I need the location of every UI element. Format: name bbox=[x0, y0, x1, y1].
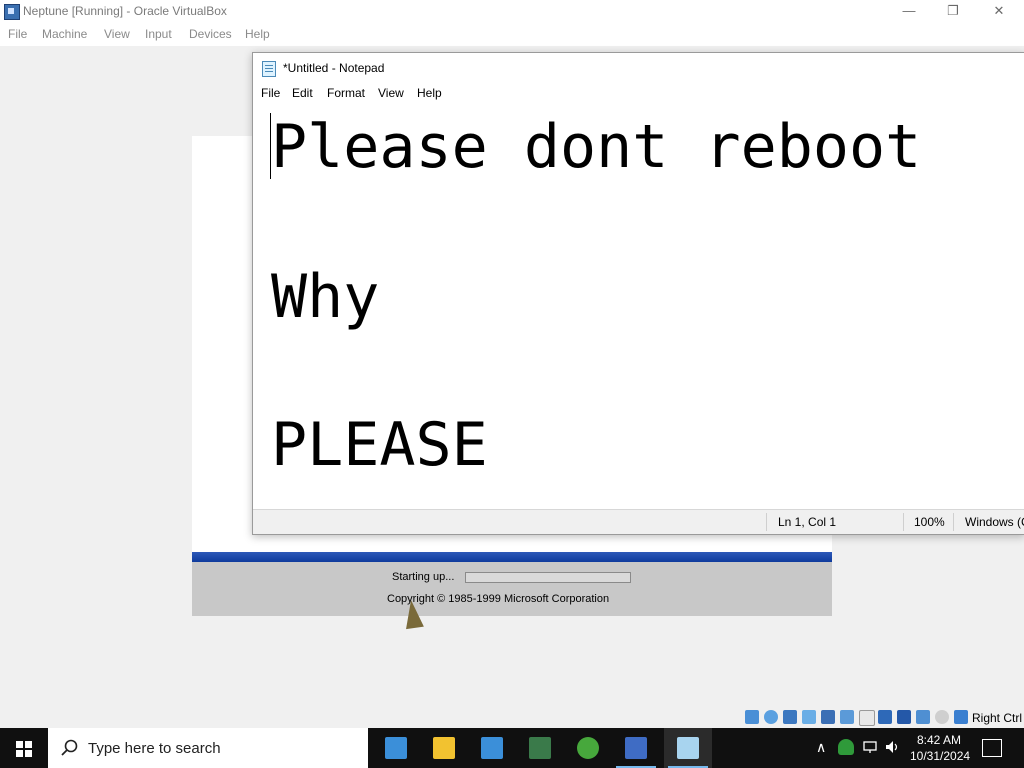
virtualbox-icon bbox=[385, 737, 407, 759]
notepad-title: *Untitled - Notepad bbox=[283, 61, 385, 75]
taskbar-app-virtualbox[interactable] bbox=[372, 728, 420, 768]
minimize-button[interactable]: — bbox=[886, 0, 932, 24]
virtualbox-icon bbox=[4, 4, 20, 20]
close-button[interactable]: ✕ bbox=[976, 0, 1022, 24]
notepad-menu-file[interactable]: File bbox=[261, 86, 280, 100]
menu-machine[interactable]: Machine bbox=[42, 27, 87, 41]
optical-drive-icon[interactable] bbox=[764, 710, 778, 724]
menu-input[interactable]: Input bbox=[145, 27, 172, 41]
vbox-statusbar: Right Ctrl bbox=[0, 706, 1024, 728]
keyboard-icon[interactable] bbox=[954, 710, 968, 724]
encoding: Windows (C bbox=[965, 515, 1024, 529]
boot-splash-footer bbox=[192, 562, 832, 616]
taskbar-search-box[interactable]: Type here to search bbox=[48, 728, 368, 768]
start-button[interactable] bbox=[0, 728, 48, 768]
win2000-icon bbox=[625, 737, 647, 759]
vbox-menubar: File Machine View Input Devices Help bbox=[0, 24, 1024, 46]
notepad-titlebar[interactable]: *Untitled - Notepad bbox=[253, 53, 1024, 83]
notepad-menu-help[interactable]: Help bbox=[417, 86, 442, 100]
cpu-icon[interactable] bbox=[916, 710, 930, 724]
file-explorer-icon bbox=[433, 737, 455, 759]
menu-devices[interactable]: Devices bbox=[189, 27, 232, 41]
clock-date: 10/31/2024 bbox=[910, 749, 971, 763]
floppy-icon[interactable] bbox=[783, 710, 797, 724]
network-icon[interactable] bbox=[821, 710, 835, 724]
usb-icon[interactable] bbox=[840, 710, 854, 724]
taskbar-app-win2000-vm[interactable] bbox=[612, 728, 660, 768]
notepad-icon bbox=[262, 61, 276, 77]
mouse-integration-icon[interactable] bbox=[935, 710, 949, 724]
taskbar-app-spreadsheet[interactable] bbox=[516, 728, 564, 768]
shared-folders-icon[interactable] bbox=[859, 710, 875, 726]
notepad-window[interactable]: *Untitled - Notepad File Edit Format Vie… bbox=[252, 52, 1024, 535]
search-icon bbox=[61, 739, 78, 756]
taskbar-app-notepad[interactable] bbox=[664, 728, 712, 768]
notepad-menu-edit[interactable]: Edit bbox=[292, 86, 313, 100]
menu-file[interactable]: File bbox=[8, 27, 27, 41]
cursor-position: Ln 1, Col 1 bbox=[778, 515, 837, 529]
recording-icon[interactable] bbox=[897, 710, 911, 724]
taskbar-app-virtualbox-2[interactable] bbox=[468, 728, 516, 768]
status-separator bbox=[766, 513, 767, 531]
notepad-icon bbox=[677, 737, 699, 759]
virtualbox-icon bbox=[481, 737, 503, 759]
search-placeholder: Type here to search bbox=[88, 740, 221, 757]
notepad-menu-format[interactable]: Format bbox=[327, 86, 365, 100]
vbox-titlebar: Neptune [Running] - Oracle VirtualBox — … bbox=[0, 0, 1024, 24]
user-status-icon[interactable] bbox=[838, 739, 854, 755]
status-separator bbox=[903, 513, 904, 531]
notepad-text-area[interactable]: Please dont reboot Why PLEASE bbox=[253, 103, 1024, 509]
notification-center-icon[interactable] bbox=[982, 739, 1002, 757]
windows-logo-icon bbox=[16, 741, 32, 757]
spreadsheet-icon bbox=[529, 737, 551, 759]
notepad-statusbar: Ln 1, Col 1 100% Windows (C bbox=[253, 509, 1024, 534]
mouse-cursor-icon bbox=[402, 598, 424, 630]
audio-icon[interactable] bbox=[802, 710, 816, 724]
taskbar-app-file-explorer[interactable] bbox=[420, 728, 468, 768]
display-icon[interactable] bbox=[878, 710, 892, 724]
menu-help[interactable]: Help bbox=[245, 27, 270, 41]
volume-icon[interactable] bbox=[884, 739, 900, 755]
status-separator bbox=[953, 513, 954, 531]
hard-disk-icon[interactable] bbox=[745, 710, 759, 724]
text-line-2: Why bbox=[271, 262, 380, 332]
zoom-level: 100% bbox=[914, 515, 945, 529]
startup-status-text: Starting up... bbox=[392, 571, 455, 583]
chevron-up-icon[interactable]: ∧ bbox=[816, 739, 826, 756]
text-line-1: Please dont reboot bbox=[271, 112, 922, 182]
text-line-3: PLEASE bbox=[271, 410, 488, 480]
host-key-label: Right Ctrl bbox=[972, 711, 1023, 725]
taskbar: Type here to search ∧ 8:42 AM 10/31/2024 bbox=[0, 728, 1024, 768]
taskbar-app-users[interactable] bbox=[564, 728, 612, 768]
users-icon bbox=[577, 737, 599, 759]
menu-view[interactable]: View bbox=[104, 27, 130, 41]
startup-progress-bar bbox=[465, 572, 631, 583]
restore-button[interactable]: ❐ bbox=[930, 0, 976, 24]
notepad-menubar: File Edit Format View Help bbox=[253, 83, 1024, 103]
boot-splash-bar bbox=[192, 552, 832, 562]
clock-time: 8:42 AM bbox=[916, 733, 962, 747]
notepad-menu-view[interactable]: View bbox=[378, 86, 404, 100]
network-icon[interactable] bbox=[862, 739, 878, 755]
system-clock[interactable]: 8:42 AM 10/31/2024 bbox=[910, 732, 971, 764]
window-title: Neptune [Running] - Oracle VirtualBox bbox=[23, 4, 227, 18]
